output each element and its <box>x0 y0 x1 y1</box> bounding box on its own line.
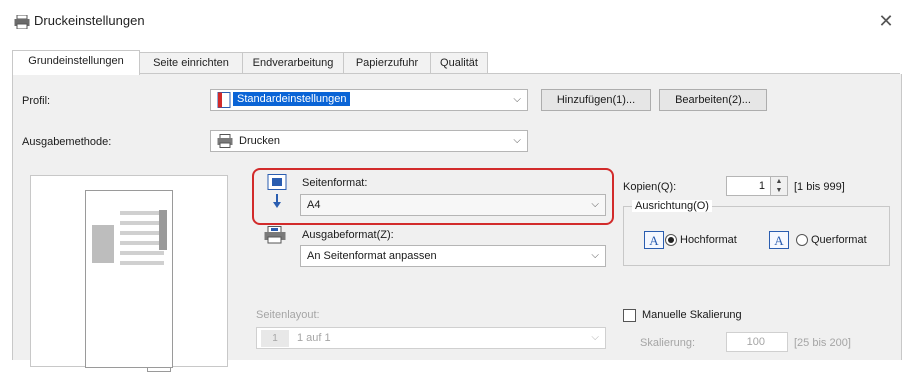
chevron-down-icon: ⌵ <box>591 250 599 261</box>
edit-profile-button[interactable]: Bearbeiten(2)... <box>659 89 767 111</box>
profile-label: Profil: <box>22 95 51 107</box>
tab-papierzufuhr[interactable]: Papierzufuhr <box>343 52 431 74</box>
add-profile-button[interactable]: Hinzufügen(1)... <box>541 89 651 111</box>
page-layout-label: Seitenlayout: <box>256 309 320 321</box>
output-size-icon <box>264 226 286 244</box>
page-layout-select[interactable]: 1 1 auf 1 ⌵ <box>256 327 606 349</box>
page-layout-value: 1 auf 1 <box>297 332 331 344</box>
printer-icon <box>217 134 233 148</box>
preview-line <box>120 241 164 245</box>
printer-icon <box>14 15 30 29</box>
stepper-arrows-icon[interactable]: ▲ ▼ <box>770 177 787 195</box>
window-title: Druckeinstellungen <box>34 13 145 28</box>
chevron-down-icon: ⌵ <box>513 94 521 105</box>
page-preview <box>30 175 228 372</box>
manual-scaling-label[interactable]: Manuelle Skalierung <box>642 309 742 321</box>
scaling-label: Skalierung: <box>640 337 696 349</box>
letter-a-icon: A <box>644 231 664 249</box>
scaling-spinner[interactable]: 100 <box>726 332 788 352</box>
manual-scaling-checkbox[interactable] <box>623 309 636 322</box>
preview-image-block <box>92 225 114 263</box>
copies-spinner[interactable]: 1 ▲ ▼ <box>726 176 788 196</box>
chevron-down-icon: ⌵ <box>513 135 521 146</box>
divider <box>12 73 900 74</box>
output-method-value: Drucken <box>239 135 280 147</box>
tab-grundeinstellungen[interactable]: Grundeinstellungen <box>12 50 140 75</box>
tab-seite-einrichten[interactable]: Seite einrichten <box>139 52 243 74</box>
profile-value: Standardeinstellungen <box>233 92 351 106</box>
profile-select[interactable]: Standardeinstellungen ⌵ <box>210 89 528 111</box>
copies-range: [1 bis 999] <box>794 181 845 193</box>
scaling-range: [25 bis 200] <box>794 337 851 349</box>
preview-line <box>120 231 164 235</box>
portrait-radio[interactable] <box>665 234 677 246</box>
output-size-select[interactable]: An Seitenformat anpassen ⌵ <box>300 245 606 267</box>
output-size-label: Ausgabeformat(Z): <box>302 229 394 241</box>
close-button[interactable]: ✕ <box>874 9 898 33</box>
output-method-select[interactable]: Drucken ⌵ <box>210 130 528 152</box>
preview-line <box>120 261 164 265</box>
preview-line <box>120 221 164 225</box>
output-method-label: Ausgabemethode: <box>22 136 112 148</box>
profile-icon <box>217 92 231 108</box>
tab-endverarbeitung[interactable]: Endverarbeitung <box>242 52 344 74</box>
landscape-radio[interactable] <box>796 234 808 246</box>
page-layout-icon: 1 <box>261 330 289 347</box>
tab-qualitaet[interactable]: Qualität <box>430 52 488 74</box>
preview-line <box>120 211 164 215</box>
highlight-frame <box>252 168 614 225</box>
chevron-down-icon: ⌵ <box>591 332 599 343</box>
letter-a-icon: A <box>769 231 789 249</box>
copies-value: 1 <box>758 180 765 192</box>
preview-line <box>120 251 164 255</box>
portrait-label[interactable]: Hochformat <box>680 234 737 246</box>
copies-label: Kopien(Q): <box>623 181 677 193</box>
landscape-label[interactable]: Querformat <box>811 234 867 246</box>
output-size-value: An Seitenformat anpassen <box>307 250 437 262</box>
scaling-value: 100 <box>746 336 765 348</box>
preview-scroll-mark <box>159 210 167 250</box>
orientation-label: Ausrichtung(O) <box>632 200 712 212</box>
title-bar: Druckeinstellungen ✕ <box>0 0 903 44</box>
